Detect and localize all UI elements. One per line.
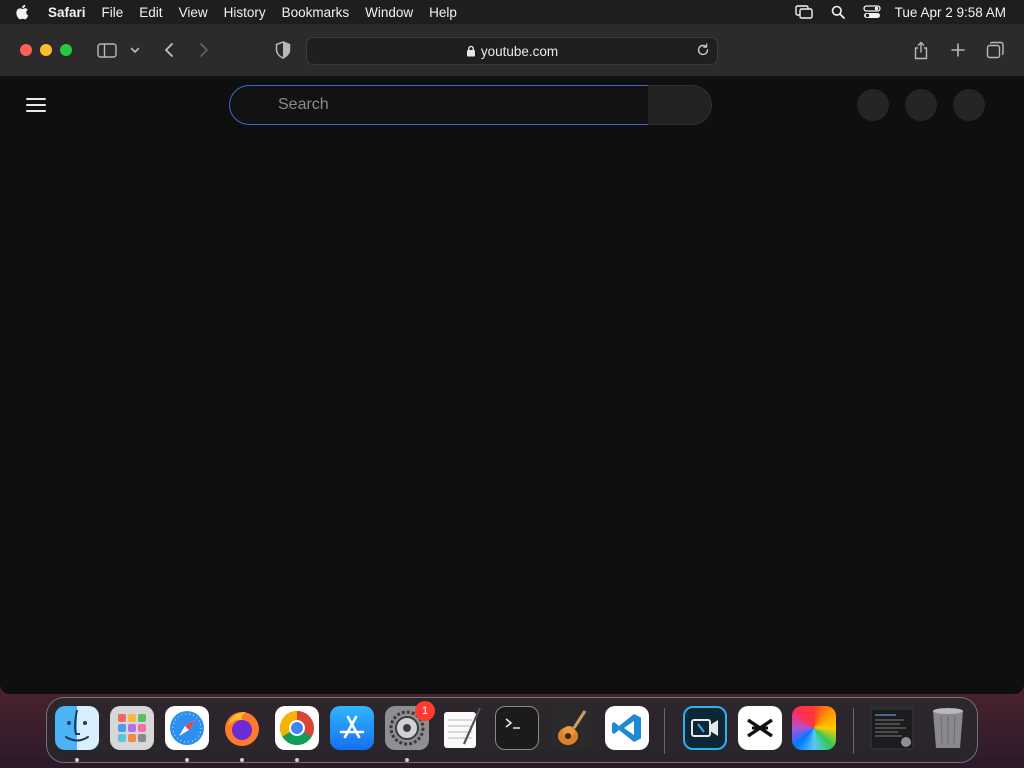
finder-icon[interactable] [55,706,99,750]
app-store-icon[interactable] [330,706,374,750]
new-tab-icon[interactable] [948,38,968,62]
control-center-icon[interactable] [855,5,889,19]
screen-mirroring-icon[interactable] [787,5,821,19]
trash-icon[interactable] [926,706,970,750]
privacy-shield-icon[interactable] [273,38,293,62]
zoom-window-button[interactable] [60,44,72,56]
share-icon[interactable] [911,38,931,62]
back-button[interactable] [160,38,178,62]
chrome-icon[interactable] [275,706,319,750]
terminal-icon[interactable] [495,706,539,750]
apple-menu-icon[interactable] [0,4,44,20]
address-bar[interactable]: youtube.com [306,37,718,65]
browser-toolbar: youtube.com [0,24,1024,77]
menu-window[interactable]: Window [357,5,421,20]
lock-icon [466,45,476,57]
launchpad-icon[interactable] [110,706,154,750]
menu-help[interactable]: Help [421,5,465,20]
vscode-icon[interactable] [605,706,649,750]
capcut-icon[interactable] [738,706,782,750]
menu-edit[interactable]: Edit [131,5,170,20]
textedit-icon[interactable] [440,706,484,750]
menu-history[interactable]: History [216,5,274,20]
address-text: youtube.com [480,43,559,59]
minimize-window-button[interactable] [40,44,52,56]
chevron-down-icon[interactable] [128,38,142,62]
menu-bar: Safari File Edit View History Bookmarks … [0,0,1024,24]
photos-icon[interactable] [792,706,836,750]
video-editor-icon[interactable] [683,706,727,750]
guide-menu-icon[interactable] [26,97,46,113]
menu-view[interactable]: View [171,5,216,20]
forward-button[interactable] [195,38,213,62]
placeholder-button-1[interactable] [857,89,889,121]
dock: 1 [46,697,978,763]
youtube-search-button[interactable] [648,85,712,125]
settings-badge: 1 [415,701,435,721]
menu-file[interactable]: File [94,5,132,20]
placeholder-button-2[interactable] [905,89,937,121]
menu-app-name[interactable]: Safari [44,5,94,20]
spotlight-search-icon[interactable] [821,5,855,19]
safari-icon[interactable] [165,706,209,750]
firefox-icon[interactable] [220,706,264,750]
youtube-search-input[interactable] [278,96,648,114]
downloads-stack-icon[interactable] [870,706,914,750]
reload-icon[interactable] [696,43,710,57]
youtube-search-box[interactable] [229,85,648,125]
menu-clock[interactable]: Tue Apr 2 9:58 AM [889,5,1006,20]
youtube-page [0,77,1024,694]
safari-window: youtube.com [0,24,1024,694]
close-window-button[interactable] [20,44,32,56]
sidebar-toggle-icon[interactable] [96,38,118,62]
menu-bookmarks[interactable]: Bookmarks [274,5,358,20]
tab-overview-icon[interactable] [985,38,1005,62]
garageband-icon[interactable] [550,706,594,750]
placeholder-avatar[interactable] [953,89,985,121]
